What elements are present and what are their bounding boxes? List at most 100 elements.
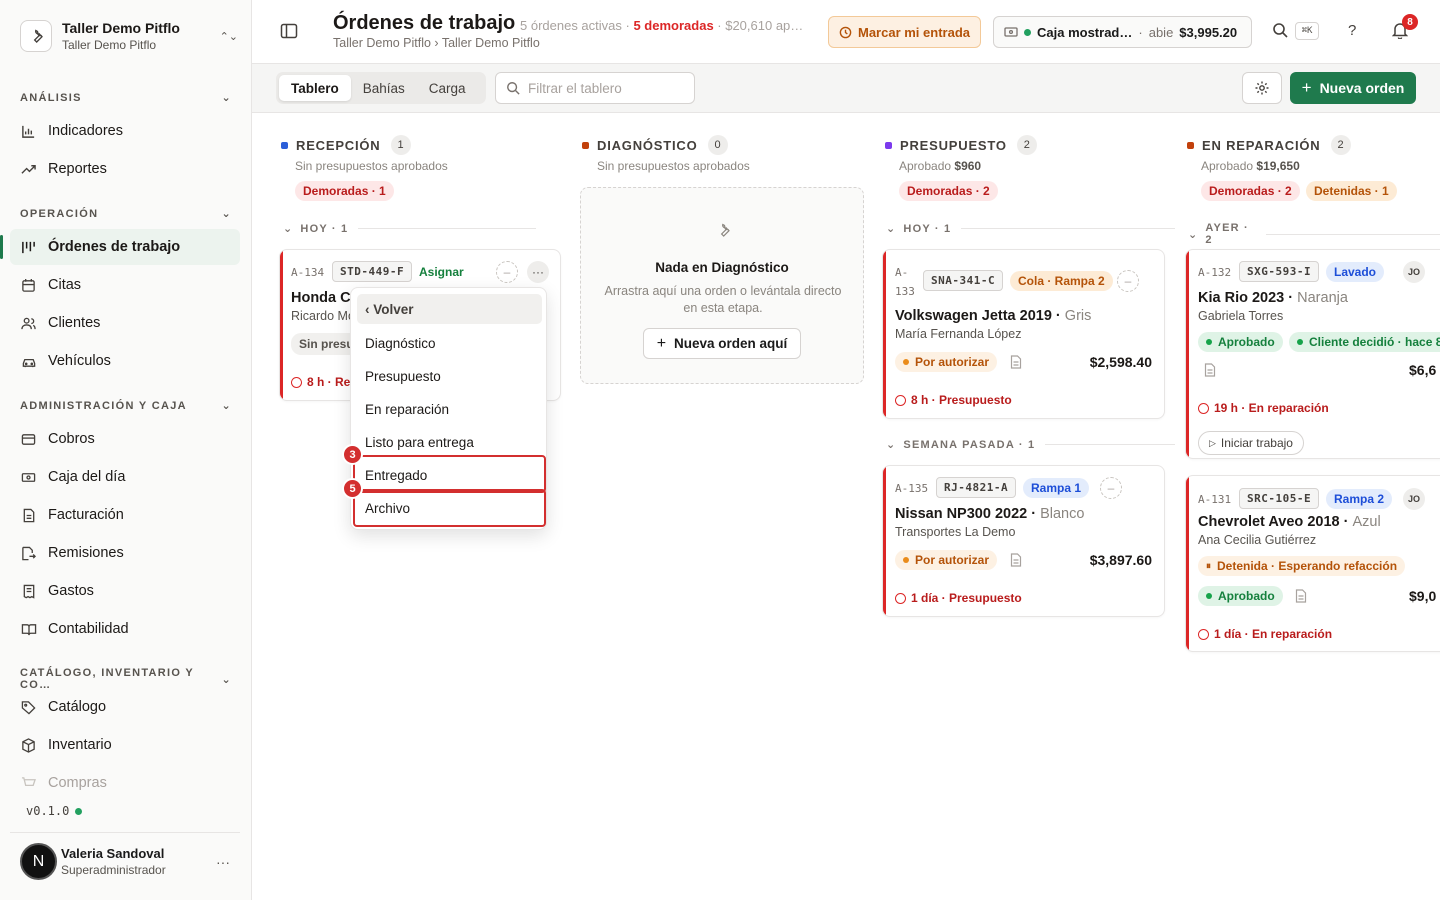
filter-input[interactable] — [528, 80, 688, 96]
start-work-button[interactable]: ▷ Iniciar trabajo — [1198, 431, 1304, 455]
late-filter-pill[interactable]: Demoradas · 1 — [295, 181, 394, 201]
elapsed-time: 8 h · Rec — [291, 375, 357, 389]
box-icon — [20, 737, 37, 754]
menu-item-diagnostico[interactable]: Diagnóstico — [357, 328, 542, 358]
more-actions-button[interactable]: ··· — [527, 261, 549, 283]
document-icon[interactable] — [1010, 355, 1022, 369]
sidebar-item-vehiculos[interactable]: Vehículos — [10, 343, 240, 379]
user-menu[interactable]: N Valeria Sandoval Superadministrador ··… — [10, 832, 240, 890]
register-amount: $3,995.20 — [1179, 24, 1238, 40]
section-operacion[interactable]: OPERACIÓN ⌄ — [20, 207, 232, 221]
held-filter-pill[interactable]: Detenidas · 1 — [1306, 181, 1397, 201]
pause-icon: ⏸ — [1206, 560, 1211, 572]
sidebar-item-catalogo[interactable]: Catálogo — [10, 689, 240, 725]
sidebar-item-facturacion[interactable]: Facturación — [10, 497, 240, 533]
clock-in-button[interactable]: Marcar mi entrada — [828, 16, 981, 48]
quote-status-chip: Por autorizar — [895, 352, 998, 372]
group-header[interactable]: ⌄ AYER · 2 — [1188, 222, 1440, 246]
sidebar-item-inventario[interactable]: Inventario — [10, 727, 240, 763]
kanban-icon — [20, 239, 37, 256]
assignee-avatar[interactable]: JO — [1403, 488, 1425, 510]
sidebar-item-cobros[interactable]: Cobros — [10, 421, 240, 457]
sidebar-toggle-icon[interactable] — [280, 22, 300, 42]
notification-badge: 8 — [1402, 14, 1418, 30]
document-icon[interactable] — [1204, 363, 1216, 377]
tab-tablero[interactable]: Tablero — [279, 75, 351, 101]
sidebar-item-label: Contabilidad — [48, 621, 129, 637]
board-filter[interactable] — [495, 72, 695, 104]
sidebar-item-label: Vehículos — [48, 353, 111, 369]
order-card-a135[interactable]: A-135 RJ-4821-A Rampa 1 – Nissan NP300 2… — [882, 465, 1165, 617]
new-order-button[interactable]: + Nueva orden — [1290, 72, 1416, 104]
sidebar-item-ordenes[interactable]: Órdenes de trabajo — [0, 229, 240, 265]
meta-separator: · — [621, 18, 634, 33]
column-color-marker — [1187, 141, 1194, 149]
sidebar-item-label: Caja del día — [48, 469, 126, 485]
section-catalogo[interactable]: CATÁLOGO, INVENTARIO Y CO… ⌄ — [20, 667, 232, 691]
menu-item-en-reparacion[interactable]: En reparación — [357, 394, 542, 424]
order-id: A-134 — [291, 266, 325, 279]
cash-register-selector[interactable]: Caja mostrad… · abie $3,995.20 — [993, 16, 1252, 48]
menu-item-presupuesto[interactable]: Presupuesto — [357, 361, 542, 391]
start-work-label: Iniciar trabajo — [1220, 436, 1293, 450]
menu-item-listo-entrega[interactable]: Listo para entrega — [357, 427, 542, 457]
sidebar-item-reportes[interactable]: Reportes — [10, 151, 240, 187]
sidebar-item-caja[interactable]: Caja del día — [10, 459, 240, 495]
menu-back-item[interactable]: ‹ Volver — [357, 294, 542, 324]
approved-amount: $19,650 — [1256, 159, 1300, 173]
tab-carga[interactable]: Carga — [417, 75, 478, 101]
section-analisis[interactable]: ANÁLISIS ⌄ — [20, 91, 232, 105]
sidebar-item-contabilidad[interactable]: Contabilidad — [10, 611, 240, 647]
board-settings-button[interactable] — [1242, 72, 1282, 104]
order-id: A- — [895, 266, 909, 279]
help-icon[interactable]: ? — [1348, 22, 1356, 39]
breadcrumb[interactable]: Taller Demo Pitflo › Taller Demo Pitflo — [333, 36, 540, 50]
users-icon — [20, 315, 37, 332]
document-icon[interactable] — [1295, 589, 1307, 603]
order-card-a132[interactable]: A-132 SXG-593-I Lavado JO Kia Rio 2023 ·… — [1185, 249, 1440, 459]
elapsed-time: 1 día · En reparación — [1198, 627, 1332, 641]
elapsed-time: 19 h · En reparación — [1198, 401, 1329, 415]
empty-description: Arrastra aquí una orden o levántala dire… — [604, 284, 842, 315]
search-icon[interactable] — [1272, 22, 1290, 40]
hold-chip: ⏸ Detenida · Esperando refacción — [1198, 556, 1406, 576]
column-title: PRESUPUESTO — [900, 137, 1007, 153]
new-order-here-button[interactable]: + Nueva orden aquí — [643, 328, 801, 359]
group-header[interactable]: ⌄ HOY · 1 — [886, 222, 1176, 235]
late-filter-pill[interactable]: Demoradas · 2 — [899, 181, 998, 201]
plate-badge: STD-449-F — [332, 261, 413, 282]
sidebar-item-gastos[interactable]: Gastos — [10, 573, 240, 609]
document-icon[interactable] — [1010, 553, 1022, 567]
vehicle-title: Honda Cl — [291, 290, 355, 306]
group-header[interactable]: ⌄ HOY · 1 — [283, 222, 537, 235]
clock-icon — [291, 376, 302, 388]
workspace-switcher[interactable]: Taller Demo Pitflo Taller Demo Pitflo ⌃⌄ — [20, 18, 238, 54]
assignee-placeholder-icon[interactable]: – — [1100, 477, 1122, 499]
group-header[interactable]: ⌄ SEMANA PASADA · 1 — [886, 438, 1176, 451]
sidebar-item-label: Inventario — [48, 737, 112, 753]
tab-bahias[interactable]: Bahías — [351, 75, 417, 101]
more-icon[interactable]: ··· — [216, 854, 230, 870]
assign-link[interactable]: Asignar — [419, 265, 464, 279]
approved-amount: $960 — [954, 159, 982, 173]
section-label: OPERACIÓN — [20, 207, 99, 220]
section-administracion[interactable]: ADMINISTRACIÓN Y CAJA ⌄ — [20, 399, 232, 413]
sidebar-item-citas[interactable]: Citas — [10, 267, 240, 303]
search-icon — [507, 82, 520, 95]
order-card-a131[interactable]: A-131 SRC-105-E Rampa 2 JO Chevrolet Ave… — [1185, 475, 1440, 652]
sidebar-item-label: Remisiones — [48, 545, 124, 561]
assignee-avatar[interactable]: JO — [1403, 261, 1425, 283]
assignee-placeholder-icon[interactable]: – — [1117, 270, 1139, 292]
sidebar-item-compras[interactable]: Compras — [10, 765, 240, 801]
sidebar-item-indicadores[interactable]: Indicadores — [10, 113, 240, 149]
sidebar-item-clientes[interactable]: Clientes — [10, 305, 240, 341]
divider — [358, 228, 537, 229]
order-card-a133[interactable]: A- 133 SNA-341-C Cola · Rampa 2 – Volksw… — [882, 249, 1165, 419]
sidebar-item-remisiones[interactable]: Remisiones — [10, 535, 240, 571]
assignee-placeholder-icon[interactable]: – — [496, 261, 518, 283]
vehicle-color: Blanco — [1040, 506, 1085, 522]
empty-column-dropzone[interactable]: Nada en Diagnóstico Arrastra aquí una or… — [580, 187, 864, 384]
column-subtitle: Aprobado $960 — [899, 159, 981, 173]
late-filter-pill[interactable]: Demoradas · 2 — [1201, 181, 1300, 201]
cash-icon — [20, 469, 37, 486]
